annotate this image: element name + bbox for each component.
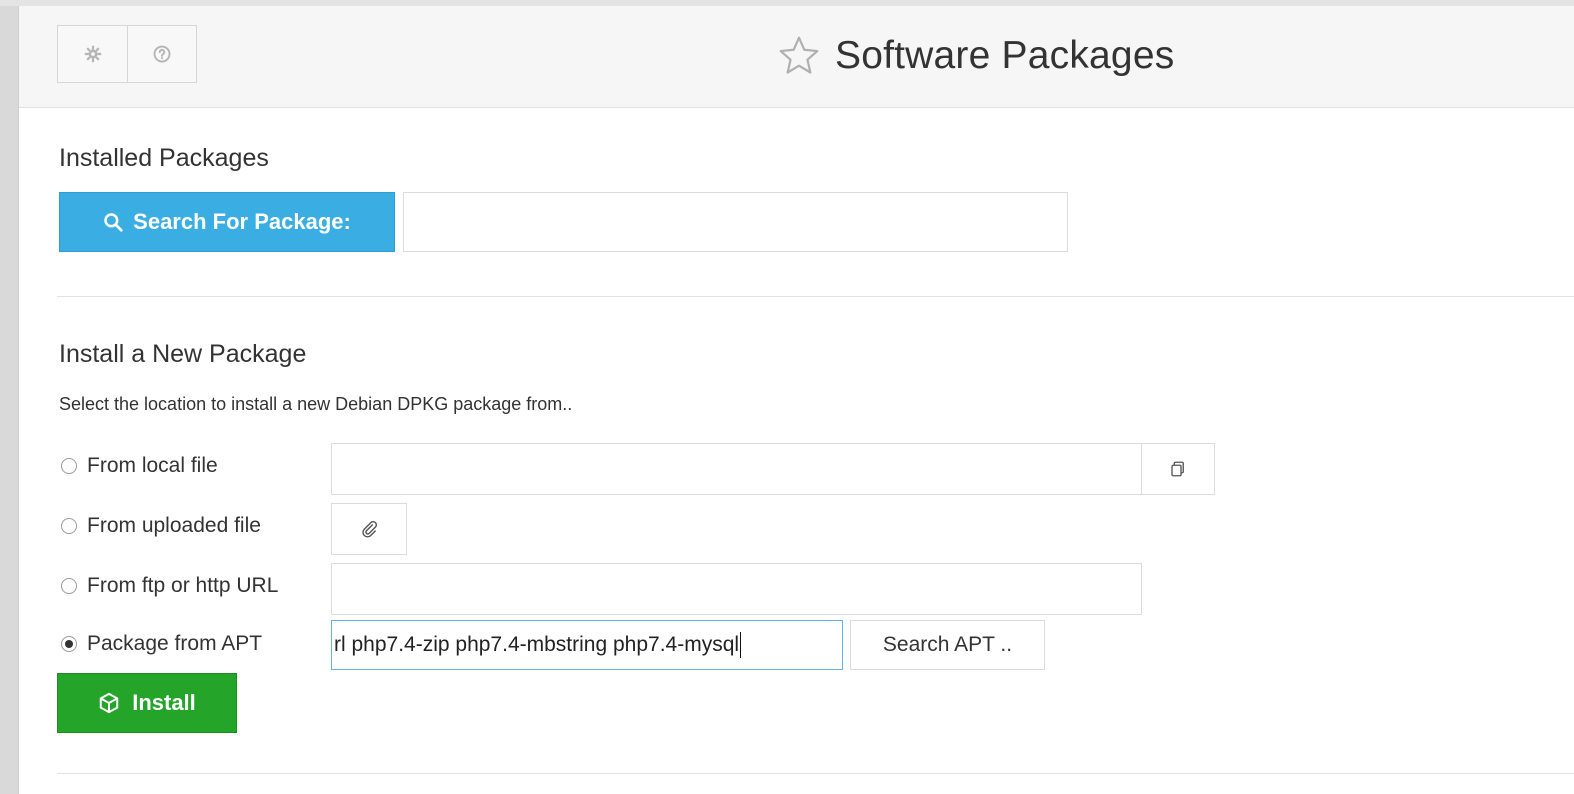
url-input[interactable] xyxy=(331,563,1142,615)
gear-icon xyxy=(84,45,101,63)
radio-url[interactable] xyxy=(61,578,77,594)
radio-apt[interactable] xyxy=(61,636,77,652)
apt-package-input-text: rl php7.4-zip php7.4-mbstring php7.4-mys… xyxy=(334,633,740,656)
install-button[interactable]: Install xyxy=(57,673,237,733)
settings-button[interactable] xyxy=(58,26,127,82)
option-local-file-label: From local file xyxy=(87,454,218,477)
option-url[interactable]: From ftp or http URL xyxy=(61,574,278,598)
search-apt-button[interactable]: Search APT .. xyxy=(850,620,1045,670)
main-panel: Software Packages Installed Packages Sea… xyxy=(18,6,1574,794)
radio-uploaded-file[interactable] xyxy=(61,518,77,534)
option-uploaded-file[interactable]: From uploaded file xyxy=(61,514,261,538)
package-search-input[interactable] xyxy=(403,192,1068,252)
option-apt-label: Package from APT xyxy=(87,632,263,655)
install-description: Select the location to install a new Deb… xyxy=(59,394,573,414)
radio-local-file[interactable] xyxy=(61,458,77,474)
help-button[interactable] xyxy=(127,26,196,82)
package-icon xyxy=(99,692,119,714)
option-apt[interactable]: Package from APT xyxy=(61,632,262,656)
star-outline-icon[interactable] xyxy=(777,34,821,78)
install-new-package-heading: Install a New Package xyxy=(59,340,307,368)
paperclip-icon xyxy=(362,521,377,538)
file-chooser-icon xyxy=(1171,461,1184,477)
local-file-input[interactable] xyxy=(331,443,1142,495)
search-for-package-label: Search For Package: xyxy=(133,209,351,234)
section-divider-bottom xyxy=(57,773,1574,774)
help-icon xyxy=(153,45,171,63)
option-local-file[interactable]: From local file xyxy=(61,454,218,478)
install-button-label: Install xyxy=(132,690,196,715)
file-chooser-button[interactable] xyxy=(1141,443,1215,495)
section-divider xyxy=(57,296,1574,297)
page-header: Software Packages xyxy=(19,6,1574,108)
installed-packages-heading: Installed Packages xyxy=(59,144,269,172)
apt-package-input[interactable]: rl php7.4-zip php7.4-mbstring php7.4-mys… xyxy=(331,620,843,670)
search-icon xyxy=(104,213,123,232)
text-caret xyxy=(740,632,742,658)
upload-file-button[interactable] xyxy=(331,503,407,555)
option-url-label: From ftp or http URL xyxy=(87,574,279,597)
page-title: Software Packages xyxy=(835,34,1175,77)
search-for-package-button[interactable]: Search For Package: xyxy=(59,192,395,252)
page-title-group: Software Packages xyxy=(777,28,1174,84)
left-sidebar-rail xyxy=(0,0,18,794)
option-uploaded-file-label: From uploaded file xyxy=(87,514,261,537)
header-button-group xyxy=(57,25,197,83)
